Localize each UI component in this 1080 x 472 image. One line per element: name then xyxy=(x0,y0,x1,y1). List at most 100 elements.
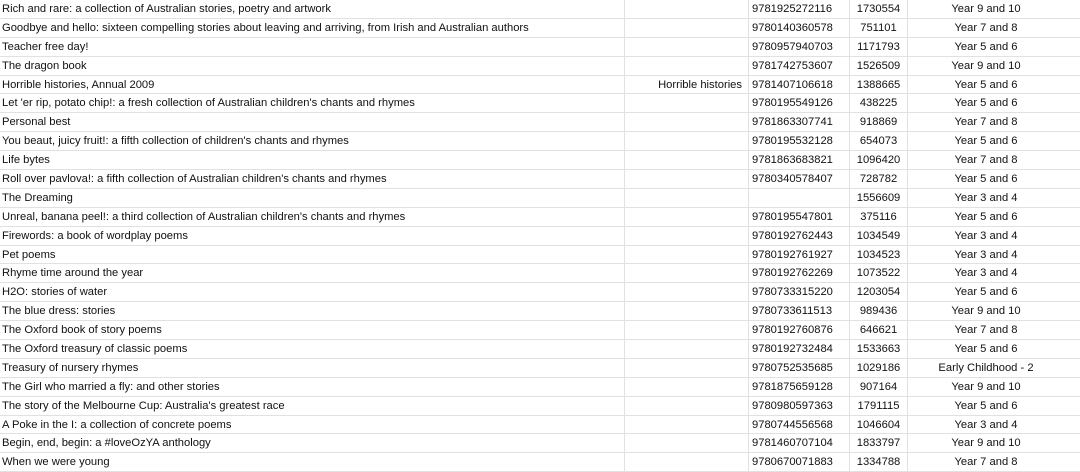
cell-series[interactable] xyxy=(625,226,749,245)
cell-isbn[interactable]: 9780340578407 xyxy=(749,170,850,188)
cell-level[interactable]: Year 3 and 4 xyxy=(908,264,1064,282)
cell-series[interactable] xyxy=(625,207,749,226)
cell-level[interactable]: Year 7 and 8 xyxy=(908,113,1064,131)
cell-isbn[interactable]: 9780980597363 xyxy=(749,396,850,415)
cell-level[interactable]: Year 5 and 6 xyxy=(908,38,1064,56)
table-row[interactable]: Personal best 9781863307741 918869 Year … xyxy=(0,113,1080,133)
cell-title[interactable]: A Poke in the I: a collection of concret… xyxy=(0,415,625,434)
cell-isbn[interactable]: 9781407106618 xyxy=(749,75,850,94)
cell-isbn[interactable]: 9780192762269 xyxy=(749,264,850,283)
cell-empty[interactable] xyxy=(1064,302,1080,320)
table-row[interactable]: The Dreaming 1556609 Year 3 and 4 xyxy=(0,188,1080,208)
cell-id[interactable]: 1833797 xyxy=(850,434,908,453)
cell-title[interactable]: The story of the Melbourne Cup: Australi… xyxy=(0,396,625,415)
cell-series[interactable] xyxy=(625,340,749,358)
cell-id[interactable]: 989436 xyxy=(850,302,908,321)
table-row[interactable]: Life bytes 9781863683821 1096420 Year 7 … xyxy=(0,151,1080,171)
cell-empty[interactable] xyxy=(1064,434,1080,452)
cell-level[interactable]: Year 5 and 6 xyxy=(908,208,1064,226)
cell-empty[interactable] xyxy=(1064,283,1080,301)
cell-id[interactable]: 1034523 xyxy=(850,245,908,264)
cell-id[interactable]: 728782 xyxy=(850,170,908,188)
cell-id[interactable]: 1388665 xyxy=(850,75,908,94)
cell-isbn[interactable]: 9780140360578 xyxy=(749,18,850,37)
cell-isbn[interactable]: 9780733611513 xyxy=(749,302,850,321)
cell-series[interactable] xyxy=(625,453,749,472)
cell-title[interactable]: Personal best xyxy=(0,113,625,132)
cell-series[interactable] xyxy=(625,283,749,302)
table-row[interactable]: H2O: stories of water 9780733315220 1203… xyxy=(0,283,1080,303)
table-row[interactable]: The Girl who married a fly: and other st… xyxy=(0,377,1080,397)
cell-title[interactable]: The blue dress: stories xyxy=(0,302,625,321)
table-row[interactable]: The blue dress: stories 9780733611513 98… xyxy=(0,302,1080,322)
cell-title[interactable]: You beaut, juicy fruit!: a fifth collect… xyxy=(0,132,625,151)
cell-isbn[interactable]: 9780192762443 xyxy=(749,226,850,245)
cell-level[interactable]: Year 5 and 6 xyxy=(908,76,1064,94)
cell-title[interactable]: Rich and rare: a collection of Australia… xyxy=(0,0,625,18)
cell-series[interactable] xyxy=(625,415,749,434)
cell-level[interactable]: Year 5 and 6 xyxy=(908,132,1064,150)
cell-title[interactable]: The Dreaming xyxy=(0,188,625,207)
cell-isbn[interactable]: 9780733315220 xyxy=(749,283,850,302)
cell-series[interactable] xyxy=(625,434,749,453)
cell-empty[interactable] xyxy=(1064,189,1080,207)
cell-title[interactable]: Teacher free day! xyxy=(0,37,625,56)
cell-isbn[interactable]: 9780195532128 xyxy=(749,132,850,151)
cell-id[interactable]: 1556609 xyxy=(850,188,908,207)
cell-empty[interactable] xyxy=(1064,132,1080,150)
cell-isbn[interactable]: 9780752535685 xyxy=(749,358,850,377)
cell-empty[interactable] xyxy=(1064,453,1080,471)
cell-title[interactable]: Horrible histories, Annual 2009 xyxy=(0,75,625,94)
cell-empty[interactable] xyxy=(1064,76,1080,94)
cell-level[interactable]: Year 5 and 6 xyxy=(908,170,1064,188)
cell-title[interactable]: Goodbye and hello: sixteen compelling st… xyxy=(0,18,625,37)
cell-series[interactable] xyxy=(625,396,749,415)
cell-empty[interactable] xyxy=(1064,227,1080,245)
cell-series[interactable] xyxy=(625,321,749,340)
cell-title[interactable]: Pet poems xyxy=(0,245,625,264)
cell-series[interactable] xyxy=(625,113,749,132)
cell-title[interactable]: Rhyme time around the year xyxy=(0,264,625,283)
cell-id[interactable]: 1334788 xyxy=(850,453,908,472)
cell-empty[interactable] xyxy=(1064,57,1080,75)
cell-series[interactable] xyxy=(625,132,749,151)
table-row[interactable]: Rich and rare: a collection of Australia… xyxy=(0,0,1080,19)
cell-title[interactable]: The Oxford book of story poems xyxy=(0,321,625,340)
cell-title[interactable]: The dragon book xyxy=(0,56,625,75)
cell-series[interactable] xyxy=(625,188,749,207)
cell-series[interactable] xyxy=(625,0,749,18)
cell-title[interactable]: Treasury of nursery rhymes xyxy=(0,358,625,377)
cell-id[interactable]: 1096420 xyxy=(850,151,908,170)
cell-level[interactable]: Year 5 and 6 xyxy=(908,397,1064,415)
cell-empty[interactable] xyxy=(1064,113,1080,131)
cell-level[interactable]: Year 7 and 8 xyxy=(908,453,1064,471)
cell-isbn[interactable]: 9781925272116 xyxy=(749,0,850,18)
cell-level[interactable]: Early Childhood - 2 xyxy=(908,359,1064,377)
cell-series[interactable] xyxy=(625,264,749,283)
cell-empty[interactable] xyxy=(1064,340,1080,358)
cell-series[interactable] xyxy=(625,377,749,396)
cell-id[interactable]: 1046604 xyxy=(850,415,908,434)
cell-empty[interactable] xyxy=(1064,94,1080,112)
cell-title[interactable]: Unreal, banana peel!: a third collection… xyxy=(0,207,625,226)
table-row[interactable]: Treasury of nursery rhymes 9780752535685… xyxy=(0,358,1080,378)
cell-title[interactable]: The Girl who married a fly: and other st… xyxy=(0,377,625,396)
cell-empty[interactable] xyxy=(1064,246,1080,264)
cell-empty[interactable] xyxy=(1064,416,1080,434)
cell-series[interactable] xyxy=(625,18,749,37)
cell-level[interactable]: Year 5 and 6 xyxy=(908,283,1064,301)
cell-isbn[interactable]: 9781742753607 xyxy=(749,56,850,75)
cell-level[interactable]: Year 7 and 8 xyxy=(908,321,1064,339)
cell-isbn[interactable]: 9780195549126 xyxy=(749,94,850,113)
cell-level[interactable]: Year 9 and 10 xyxy=(908,302,1064,320)
cell-id[interactable]: 1526509 xyxy=(850,56,908,75)
cell-level[interactable]: Year 3 and 4 xyxy=(908,227,1064,245)
cell-empty[interactable] xyxy=(1064,264,1080,282)
table-row[interactable]: Unreal, banana peel!: a third collection… xyxy=(0,207,1080,227)
table-row[interactable]: When we were young 9780670071883 1334788… xyxy=(0,453,1080,472)
cell-level[interactable]: Year 7 and 8 xyxy=(908,151,1064,169)
cell-empty[interactable] xyxy=(1064,359,1080,377)
cell-id[interactable]: 646621 xyxy=(850,321,908,340)
cell-title[interactable]: When we were young xyxy=(0,453,625,472)
cell-level[interactable]: Year 5 and 6 xyxy=(908,340,1064,358)
